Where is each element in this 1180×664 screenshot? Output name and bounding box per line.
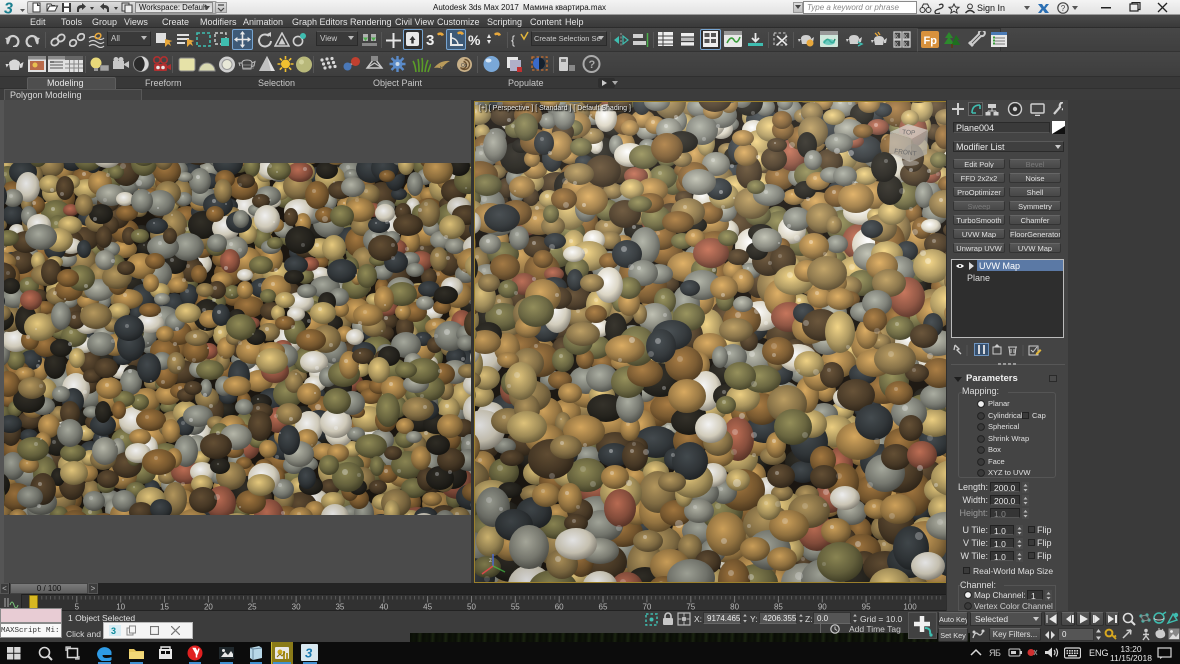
svg-text:55: 55 (511, 603, 520, 612)
svg-text:75: 75 (686, 603, 695, 612)
svg-text:25: 25 (248, 603, 257, 612)
svg-text:3: 3 (305, 646, 313, 661)
svg-text:Fp: Fp (924, 35, 938, 47)
svg-text:?: ? (1061, 4, 1066, 13)
svg-text:3: 3 (426, 32, 434, 48)
svg-text:80: 80 (730, 603, 739, 612)
svg-text:5: 5 (75, 603, 80, 612)
svg-text:65: 65 (599, 603, 608, 612)
svg-text:30: 30 (292, 603, 301, 612)
svg-text:20: 20 (204, 603, 213, 612)
svg-text:45: 45 (423, 603, 432, 612)
svg-text:%: % (468, 32, 481, 48)
svg-text:40: 40 (379, 603, 388, 612)
svg-text:z: z (489, 558, 492, 564)
svg-text:60: 60 (555, 603, 564, 612)
svg-text:Б: Б (995, 648, 1001, 658)
svg-text:?: ? (589, 59, 596, 71)
svg-text:70: 70 (642, 603, 651, 612)
svg-text:95: 95 (862, 603, 871, 612)
svg-text:Ox: Ox (461, 63, 468, 69)
svg-text:TOP: TOP (902, 129, 916, 137)
svg-text:10: 10 (116, 603, 125, 612)
svg-text:HF: HF (440, 66, 447, 72)
svg-text:15: 15 (160, 603, 169, 612)
svg-text:85: 85 (774, 603, 783, 612)
svg-text:3: 3 (111, 626, 116, 636)
svg-text:90: 90 (818, 603, 827, 612)
svg-text:100: 100 (903, 603, 917, 612)
svg-text:{: { (511, 33, 515, 47)
svg-text:50: 50 (467, 603, 476, 612)
svg-text:3: 3 (4, 1, 13, 16)
svg-text:35: 35 (335, 603, 344, 612)
